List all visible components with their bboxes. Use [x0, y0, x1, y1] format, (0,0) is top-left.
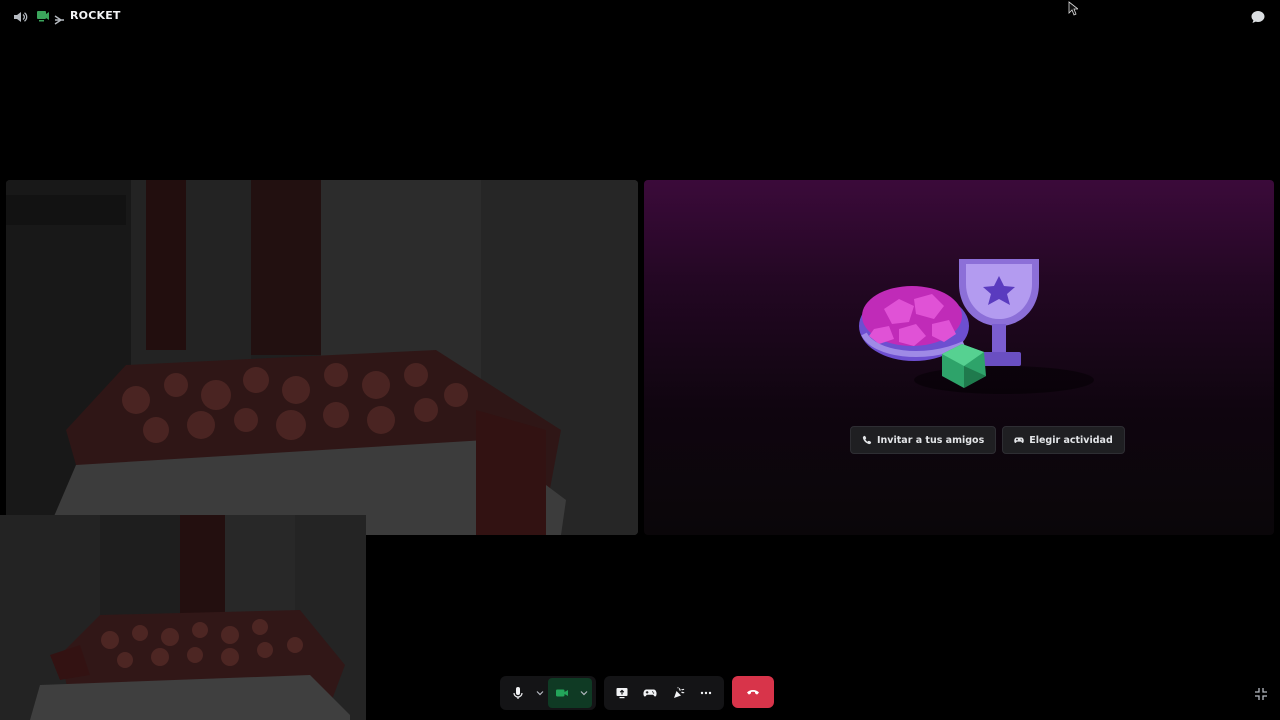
- channel-name: ROCKET: [70, 8, 121, 22]
- self-video-tile[interactable]: [0, 515, 366, 720]
- choose-activity-button[interactable]: Elegir actividad: [1002, 426, 1125, 454]
- chevron-down-icon: [580, 691, 588, 696]
- microphone-icon: [513, 687, 523, 699]
- call-controls: [500, 676, 774, 710]
- soundboard-button[interactable]: [664, 678, 692, 708]
- extra-controls: [604, 676, 724, 710]
- voice-channel-icon: [36, 8, 50, 22]
- more-options-button[interactable]: [692, 678, 720, 708]
- av-controls: [500, 676, 596, 710]
- invite-friends-button[interactable]: Invitar a tus amigos: [850, 426, 997, 454]
- camera-button[interactable]: [548, 678, 576, 708]
- more-icon: [700, 691, 712, 695]
- activity-button[interactable]: [636, 678, 664, 708]
- mouse-cursor-icon: [1068, 1, 1080, 16]
- chevron-down-icon: [536, 691, 544, 696]
- camera-options-button[interactable]: [576, 678, 592, 708]
- microphone-button[interactable]: [504, 678, 532, 708]
- invite-friends-label: Invitar a tus amigos: [877, 434, 985, 446]
- channel-arrow-icon: [54, 10, 66, 25]
- camera-feed-image: [6, 180, 638, 535]
- camera-toggle-group: [548, 678, 592, 708]
- screen-share-icon: [616, 688, 628, 699]
- chat-bubble-icon[interactable]: [1250, 9, 1266, 25]
- screen-share-button[interactable]: [608, 678, 636, 708]
- choose-activity-label: Elegir actividad: [1029, 434, 1113, 446]
- activity-icon: [643, 689, 657, 697]
- speaker-icon[interactable]: [12, 9, 28, 25]
- exit-fullscreen-icon[interactable]: [1254, 686, 1268, 700]
- self-camera-feed-image: [0, 515, 366, 720]
- channel-title[interactable]: ROCKET: [36, 8, 121, 25]
- remote-video-tile[interactable]: [6, 180, 638, 535]
- camera-icon: [556, 689, 568, 697]
- activity-tile: Invitar a tus amigos Elegir actividad: [644, 180, 1274, 535]
- activity-actions: Invitar a tus amigos Elegir actividad: [850, 426, 1125, 454]
- microphone-options-button[interactable]: [532, 678, 548, 708]
- call-header: ROCKET: [0, 0, 1280, 32]
- hangup-icon: [747, 690, 759, 695]
- disconnect-button[interactable]: [732, 676, 774, 708]
- soundboard-icon: [674, 687, 685, 698]
- call-screen: ROCKET Invitar a tus amigos Elegir activ…: [0, 0, 1280, 720]
- add-friend-icon: [862, 435, 872, 445]
- activity-illustration: [859, 259, 1094, 394]
- gamepad-icon: [1014, 437, 1024, 443]
